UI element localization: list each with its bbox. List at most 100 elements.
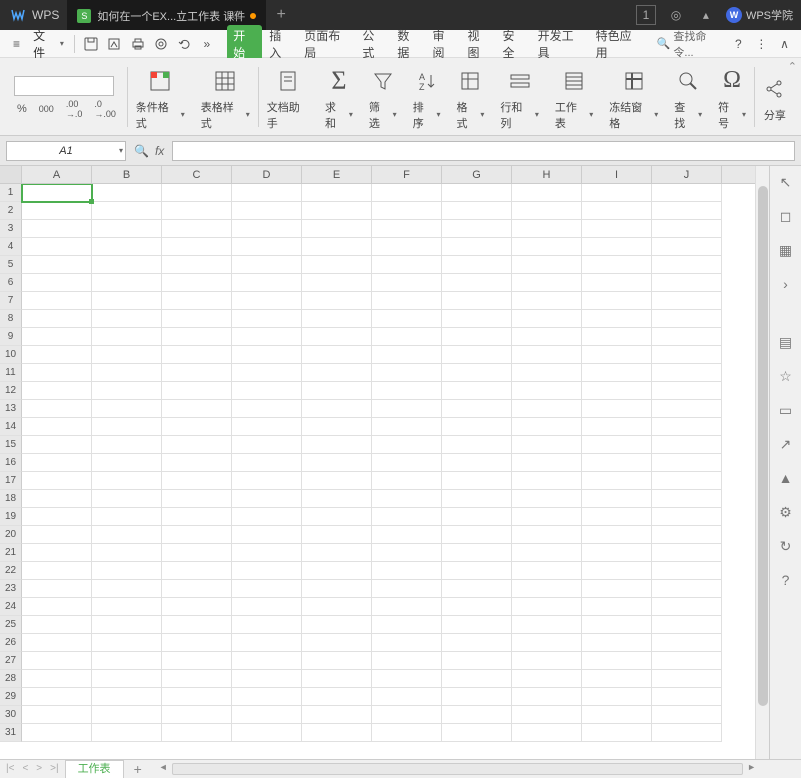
cell[interactable] — [582, 688, 652, 706]
row-header[interactable]: 11 — [0, 364, 22, 382]
cell[interactable] — [442, 472, 512, 490]
formula-input[interactable] — [172, 141, 795, 161]
cell[interactable] — [302, 526, 372, 544]
cell[interactable] — [512, 706, 582, 724]
cell[interactable] — [372, 688, 442, 706]
cell[interactable] — [442, 202, 512, 220]
row-header[interactable]: 1 — [0, 184, 22, 202]
cell[interactable] — [22, 508, 92, 526]
row-header[interactable]: 23 — [0, 580, 22, 598]
cell[interactable] — [232, 616, 302, 634]
cell[interactable] — [652, 526, 722, 544]
cell[interactable] — [582, 706, 652, 724]
cell[interactable] — [512, 526, 582, 544]
cell[interactable] — [22, 490, 92, 508]
cell[interactable] — [512, 688, 582, 706]
cell[interactable] — [92, 184, 162, 202]
cell[interactable] — [302, 670, 372, 688]
cell[interactable] — [442, 634, 512, 652]
cell[interactable] — [92, 436, 162, 454]
cell[interactable] — [232, 292, 302, 310]
find-button[interactable]: 查找▾ — [666, 58, 710, 135]
cell[interactable] — [162, 562, 232, 580]
cell[interactable] — [652, 238, 722, 256]
row-header[interactable]: 6 — [0, 274, 22, 292]
cell[interactable] — [162, 580, 232, 598]
cell[interactable] — [372, 292, 442, 310]
menu-review[interactable]: 审阅 — [427, 25, 460, 63]
column-header[interactable]: A — [22, 166, 92, 183]
cell[interactable] — [302, 364, 372, 382]
cell[interactable] — [22, 310, 92, 328]
cell[interactable] — [442, 274, 512, 292]
cell[interactable] — [582, 472, 652, 490]
cell[interactable] — [232, 436, 302, 454]
format-button[interactable]: 格式▾ — [449, 58, 493, 135]
cell[interactable] — [652, 670, 722, 688]
cell[interactable] — [652, 580, 722, 598]
cell[interactable] — [232, 184, 302, 202]
cell[interactable] — [162, 526, 232, 544]
cell[interactable] — [232, 400, 302, 418]
cell[interactable] — [512, 616, 582, 634]
cell[interactable] — [302, 724, 372, 742]
cell[interactable] — [442, 220, 512, 238]
cell[interactable] — [582, 418, 652, 436]
row-header[interactable]: 12 — [0, 382, 22, 400]
cell[interactable] — [372, 274, 442, 292]
cell[interactable] — [372, 310, 442, 328]
image-icon[interactable]: ▲ — [776, 468, 796, 488]
doc-assist-button[interactable]: 文档助手 — [259, 58, 317, 135]
cell[interactable] — [652, 418, 722, 436]
cell[interactable] — [302, 544, 372, 562]
cell[interactable] — [232, 472, 302, 490]
cell[interactable] — [22, 328, 92, 346]
cell[interactable] — [512, 598, 582, 616]
cell[interactable] — [582, 382, 652, 400]
cell[interactable] — [162, 724, 232, 742]
cell[interactable] — [22, 688, 92, 706]
name-box[interactable]: A1 ▾ — [6, 141, 126, 161]
cell[interactable] — [442, 724, 512, 742]
cell[interactable] — [512, 274, 582, 292]
cell[interactable] — [302, 580, 372, 598]
cell[interactable] — [512, 256, 582, 274]
cell[interactable] — [512, 670, 582, 688]
cell[interactable] — [372, 670, 442, 688]
cell[interactable] — [652, 598, 722, 616]
cell[interactable] — [232, 310, 302, 328]
cell[interactable] — [302, 652, 372, 670]
cell[interactable] — [582, 238, 652, 256]
cell[interactable] — [232, 274, 302, 292]
cell[interactable] — [232, 202, 302, 220]
cell[interactable] — [92, 580, 162, 598]
row-header[interactable]: 26 — [0, 634, 22, 652]
export-icon[interactable]: ↗ — [776, 434, 796, 454]
cell[interactable] — [512, 328, 582, 346]
row-header[interactable]: 10 — [0, 346, 22, 364]
cell[interactable] — [652, 292, 722, 310]
cell[interactable] — [512, 634, 582, 652]
cell[interactable] — [512, 652, 582, 670]
column-header[interactable]: H — [512, 166, 582, 183]
more-qat-icon[interactable]: » — [196, 33, 217, 55]
print-icon[interactable] — [127, 33, 148, 55]
cell[interactable] — [582, 490, 652, 508]
cell[interactable] — [372, 256, 442, 274]
cell[interactable] — [162, 508, 232, 526]
cell[interactable] — [162, 292, 232, 310]
cell[interactable] — [302, 202, 372, 220]
cell[interactable] — [442, 544, 512, 562]
cell[interactable] — [442, 526, 512, 544]
cell[interactable] — [232, 544, 302, 562]
cell[interactable] — [232, 562, 302, 580]
cell[interactable] — [22, 580, 92, 598]
row-header[interactable]: 9 — [0, 328, 22, 346]
sheet-nav-last[interactable]: >| — [48, 763, 60, 774]
cell[interactable] — [652, 346, 722, 364]
cell[interactable] — [652, 706, 722, 724]
cell[interactable] — [442, 328, 512, 346]
cell[interactable] — [652, 364, 722, 382]
cell[interactable] — [162, 616, 232, 634]
cell[interactable] — [582, 328, 652, 346]
